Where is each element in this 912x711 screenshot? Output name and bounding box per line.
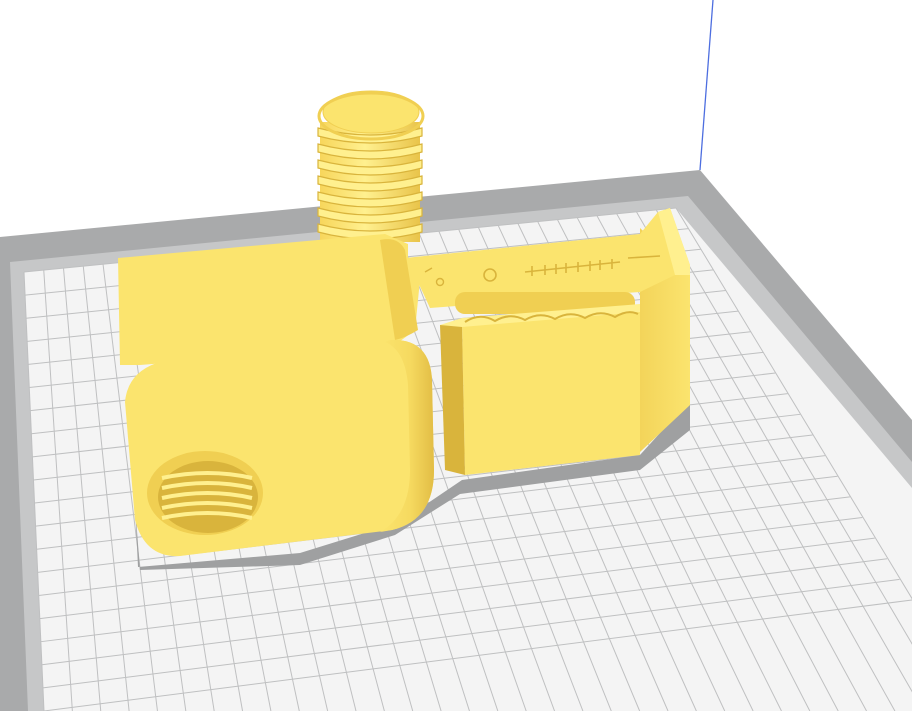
build-volume-edge <box>699 0 714 171</box>
scene-canvas[interactable] <box>0 0 912 711</box>
threaded-rod <box>317 90 425 242</box>
3d-viewport[interactable] <box>0 0 912 711</box>
threaded-hole <box>147 451 263 535</box>
clamp-block <box>440 304 640 475</box>
